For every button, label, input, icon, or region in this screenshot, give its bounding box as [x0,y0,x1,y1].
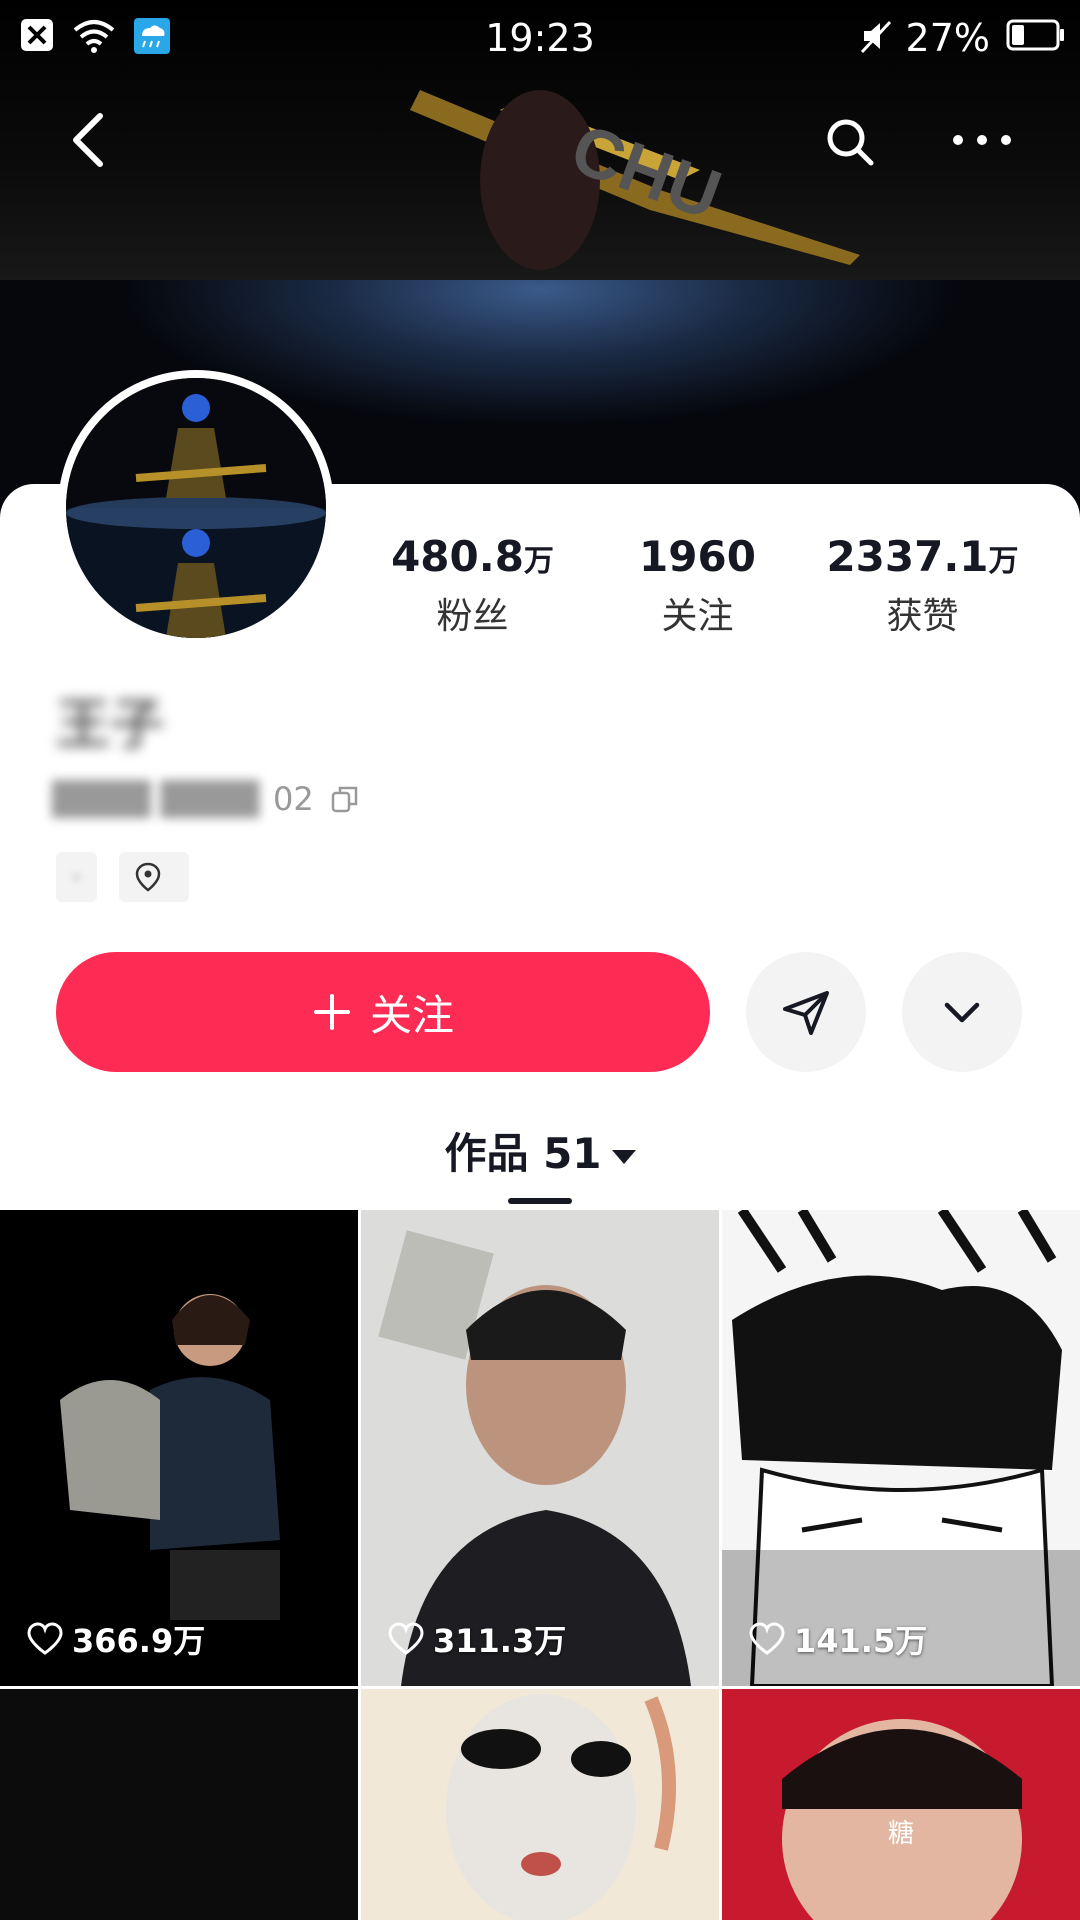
status-bar: 19:23 27% [0,0,1080,78]
thumbnail-image [722,1689,1080,1920]
profile-name: 王子 [56,693,164,756]
thumbnail-image [0,1210,358,1686]
tab-works[interactable]: 作品 51 [0,1120,1080,1181]
stat-number: 480.8 [391,532,524,581]
share-send-icon [783,991,829,1035]
heart-icon [27,1622,63,1655]
account-id: 02 [273,780,314,818]
follow-button-label: 关注 [369,990,454,1040]
video-grid: 366.9万 311.3万 141.5万 糖 [0,1210,1080,1920]
tag-location [118,852,189,902]
avatar-image [66,378,326,638]
search-icon[interactable] [824,116,876,168]
like-count: 311.3万 [387,1616,566,1662]
profile-tags: · [56,852,189,902]
like-count-text: 141.5万 [794,1622,928,1660]
location-icon [135,862,161,892]
stat-label: 获赞 [886,596,959,637]
heart-icon [749,1622,785,1655]
video-thumbnail[interactable]: 311.3万 [361,1210,719,1686]
like-count: 141.5万 [748,1616,927,1662]
thumbnail-image [361,1689,719,1920]
tag-text: · [72,860,81,894]
account-id-label: ████ ████ [52,780,260,818]
stat-followers[interactable]: 480.8万 粉丝 [360,532,585,639]
more-actions-button[interactable] [902,952,1022,1072]
profile-stats: 480.8万 粉丝 1960 关注 2337.1万 获赞 [360,532,1060,639]
like-count-text: 366.9万 [72,1622,206,1660]
account-id-row: ████ ████ 02 [52,780,360,818]
tab-underline [508,1198,572,1204]
battery-percent: 27% [905,16,990,60]
plus-icon [313,994,350,1030]
more-icon[interactable] [950,128,1014,152]
stat-number: 1960 [639,532,756,581]
back-icon[interactable] [66,110,110,170]
caret-down-icon [611,1149,636,1164]
heart-icon [388,1622,424,1655]
share-button[interactable] [746,952,866,1072]
stat-label: 关注 [661,596,734,637]
thumbnail-image [722,1210,1080,1686]
thumbnail-caption: 糖 [888,1819,915,1849]
battery-icon [1006,19,1064,51]
copy-icon[interactable] [330,784,360,814]
video-thumbnail[interactable] [361,1689,719,1920]
banner-gun-graphic: CHU [410,90,860,270]
stat-unit: 万 [523,544,554,579]
stat-unit: 万 [988,544,1019,579]
stat-likes[interactable]: 2337.1万 获赞 [810,532,1035,639]
video-thumbnail[interactable]: 366.9万 [0,1210,358,1686]
chevron-down-icon [944,1002,980,1023]
avatar[interactable] [58,370,334,646]
mute-icon [860,20,892,54]
like-count-text: 311.3万 [433,1622,567,1660]
stat-number: 2337.1 [826,532,989,581]
like-count: 366.9万 [26,1616,205,1662]
thumbnail-image [361,1210,719,1686]
stat-label: 粉丝 [436,596,509,637]
follow-button[interactable]: 关注 [56,952,710,1072]
video-thumbnail[interactable]: 141.5万 [722,1210,1080,1686]
stat-following[interactable]: 1960 关注 [585,532,810,639]
tab-works-label: 作品 51 [444,1129,602,1178]
tag-age: · [56,852,97,902]
video-thumbnail[interactable]: 糖 [722,1689,1080,1920]
video-thumbnail[interactable] [0,1689,358,1920]
